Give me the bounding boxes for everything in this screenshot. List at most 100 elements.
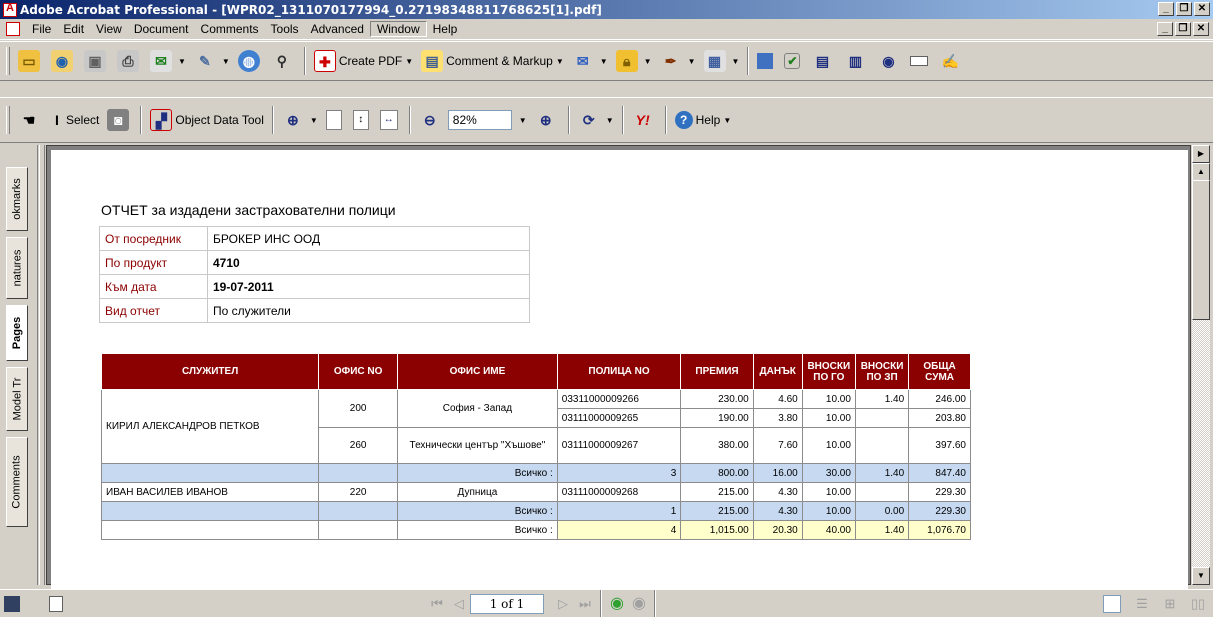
toolbar-separator (140, 106, 143, 134)
select-tool-button[interactable]: I Select (47, 106, 103, 134)
menu-window[interactable]: Window (369, 21, 427, 37)
sign-button[interactable]: ✒ ▼ (656, 47, 700, 75)
search-button[interactable]: ⚲ (267, 47, 300, 75)
menu-document[interactable]: Document (128, 22, 195, 36)
scroll-down-arrow-icon[interactable]: ▼ (1192, 567, 1210, 585)
column-header: СЛУЖИТЕЛ (100, 353, 320, 390)
toolbar-separator (654, 589, 656, 617)
doc-minimize-button[interactable]: _ (1157, 22, 1173, 36)
column-header: ВНОСКИ ПО ЗП (854, 353, 910, 390)
restore-button[interactable]: ❐ (1176, 2, 1192, 16)
review-button[interactable]: ✉ ▼ (568, 47, 612, 75)
scrollbar-thumb[interactable] (1192, 180, 1210, 320)
menu-comments[interactable]: Comments (195, 22, 265, 36)
thumbnail-button[interactable] (45, 590, 70, 617)
yahoo-button[interactable]: Y! (628, 106, 661, 134)
doc-close-button[interactable]: ✕ (1193, 22, 1209, 36)
object-data-tool-label: Object Data Tool (175, 113, 264, 127)
minimize-button[interactable]: _ (1158, 2, 1174, 16)
empty-cell (100, 463, 320, 483)
comment-markup-button[interactable]: ▤ Comment & Markup ▼ (417, 47, 568, 75)
pdf-page: ОТЧЕТ за издадени застрахователни полици… (51, 150, 1188, 590)
policy-no: 03111000009268 (556, 482, 682, 502)
single-page-layout-button[interactable] (1103, 594, 1121, 613)
facing-layout-button[interactable]: ⊞ (1159, 593, 1181, 615)
menu-edit[interactable]: Edit (57, 22, 90, 36)
print-button[interactable]: ⎙ (113, 47, 146, 75)
total-sum: 847.40 (908, 463, 971, 483)
pen-icon: ✒ (664, 53, 677, 69)
web-button[interactable]: ◍ (234, 47, 267, 75)
radio-tool[interactable]: ◉ (873, 47, 906, 75)
next-view-button[interactable]: ◉ (628, 593, 650, 615)
continuous-facing-layout-button[interactable]: ▯▯ (1187, 593, 1209, 615)
vertical-scrollbar[interactable]: ▶ ▲ ▼ (1192, 145, 1210, 585)
menu-advanced[interactable]: Advanced (305, 22, 370, 36)
fit-width-button[interactable]: ↔ (376, 106, 405, 134)
fit-page-button[interactable]: ↕ (349, 106, 376, 134)
menu-tools[interactable]: Tools (265, 22, 305, 36)
snapshot-button[interactable]: ◙ (103, 106, 136, 134)
tab-comments[interactable]: Comments (6, 437, 28, 527)
premium: 800.00 (680, 463, 754, 483)
next-page-button[interactable]: ▷ (552, 593, 574, 615)
checkbox-tool[interactable]: ✔ (780, 47, 807, 75)
grand-total-count: 4 (556, 520, 682, 540)
attach-button[interactable]: ✎ ▼ (190, 47, 234, 75)
chevron-down-icon: ▼ (221, 56, 230, 66)
tab-signatures[interactable]: natures (6, 237, 28, 299)
page-options-button[interactable] (0, 590, 27, 617)
zoom-in-button[interactable]: ⊕ (531, 106, 564, 134)
save-button[interactable]: ▣ (80, 47, 113, 75)
object-data-tool-button[interactable]: ▞ Object Data Tool (146, 106, 268, 134)
back-circle-icon: ◉ (610, 594, 624, 612)
combobox-tool[interactable]: ▤ (807, 47, 840, 75)
close-button[interactable]: ✕ (1194, 2, 1210, 16)
scroll-up-arrow-icon[interactable]: ▲ (1192, 163, 1210, 181)
zoom-input[interactable]: 82% (447, 110, 512, 130)
previous-page-button[interactable]: ◁ (448, 593, 470, 615)
toolbar-grip[interactable] (6, 47, 10, 75)
textfield-tool-icon (910, 56, 929, 66)
document-icon[interactable] (6, 22, 20, 36)
tab-pages[interactable]: Pages (6, 305, 28, 361)
menu-view[interactable]: View (90, 22, 128, 36)
secure-button[interactable]: 🔒︎ ▼ (612, 47, 656, 75)
total-sum: 203.80 (908, 408, 971, 428)
menu-file[interactable]: File (26, 22, 57, 36)
help-button[interactable]: ? Help ▼ (671, 106, 736, 134)
scroll-right-arrow-icon[interactable]: ▶ (1192, 145, 1210, 163)
panel-splitter[interactable] (39, 145, 45, 585)
acrobat-app-icon[interactable] (3, 2, 17, 17)
email-button[interactable]: ✉ ▼ (146, 47, 190, 75)
paperclip-icon: ✎ (199, 53, 211, 69)
continuous-layout-button[interactable]: ☰ (1131, 593, 1153, 615)
organizer-button[interactable]: ◉ (47, 47, 80, 75)
textfield-tool[interactable] (906, 47, 935, 75)
comment-markup-icon: ▤ (421, 50, 444, 72)
forms-button[interactable]: ▦ ▼ (700, 47, 744, 75)
page-number-input[interactable]: 1 of 1 (470, 593, 544, 614)
hand-tool-button[interactable]: ☚ (14, 106, 47, 134)
previous-page-icon: ◁ (454, 595, 464, 611)
create-pdf-button[interactable]: ✚ Create PDF ▼ (310, 47, 417, 75)
listbox-tool[interactable]: ▥ (840, 47, 873, 75)
last-page-button[interactable]: ⏭ (574, 593, 596, 615)
toolbar-grip[interactable] (6, 106, 10, 134)
open-button[interactable]: ▭ (14, 47, 47, 75)
zoom-dropdown-button[interactable]: ▼ (512, 106, 531, 134)
chevron-down-icon: ▼ (309, 115, 318, 125)
doc-restore-button[interactable]: ❐ (1175, 22, 1191, 36)
zoom-in-tool-button[interactable]: ⊕ ▼ (278, 106, 322, 134)
actual-size-button[interactable] (322, 106, 349, 134)
empty-cell (318, 463, 399, 483)
tab-bookmarks[interactable]: okmarks (6, 167, 28, 231)
tab-model-tree[interactable]: Model Tr (6, 367, 28, 431)
signature-field-tool[interactable]: ✍ (935, 47, 968, 75)
rotate-button[interactable]: ⟳ ▼ (574, 106, 618, 134)
previous-view-button[interactable]: ◉ (606, 593, 628, 615)
zoom-out-button[interactable]: ⊖ (415, 106, 448, 134)
button-tool[interactable] (753, 47, 780, 75)
first-page-button[interactable]: ⏮ (426, 593, 448, 615)
menu-help[interactable]: Help (427, 22, 464, 36)
